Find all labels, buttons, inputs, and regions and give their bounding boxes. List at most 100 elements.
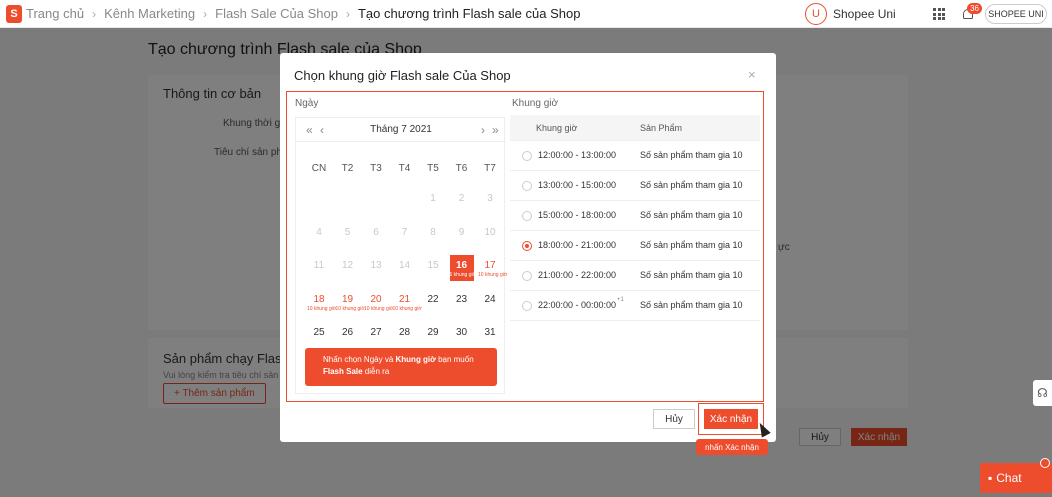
day-slot-count: 6 khung giờ — [449, 272, 476, 278]
time-slot-row[interactable]: 12:00:00 - 13:00:00 Số sản phẩm tham gia … — [510, 141, 760, 171]
calendar-month-label: Tháng 7 2021 — [370, 124, 432, 135]
calendar-day-30: 30 — [450, 322, 474, 348]
radio-icon[interactable] — [522, 211, 532, 221]
calendar-day-16[interactable]: 16 6 khung giờ — [449, 255, 476, 281]
next-day-marker: +1 — [617, 297, 624, 303]
day-number: 19 — [341, 293, 354, 305]
headset-support-icon[interactable]: ☊ — [1033, 380, 1052, 406]
weekday-label: T2 — [341, 163, 354, 174]
shopee-uni-icon: U — [805, 3, 827, 25]
breadcrumb-marketing[interactable]: Kênh Marketing — [104, 6, 195, 21]
day-number: 26 — [341, 327, 354, 338]
day-number: 17 — [484, 260, 496, 271]
breadcrumb-separator-icon: › — [345, 6, 350, 21]
breadcrumb: Trang chủ › Kênh Marketing › Flash Sale … — [26, 6, 580, 21]
time-slot-table: Khung giờ Sản Phẩm 12:00:00 - 13:00:00 Số… — [510, 115, 760, 394]
day-number: 22 — [427, 293, 439, 305]
tip-bold-slot: Khung giờ — [395, 355, 436, 364]
tip-text: bạn muốn — [435, 355, 474, 364]
calendar-day-empty — [307, 188, 331, 214]
calendar-day-22: 22 — [421, 289, 445, 315]
modal-confirm-button[interactable]: Xác nhận — [704, 409, 758, 429]
day-section-label: Ngày — [295, 98, 319, 109]
slot-product-count: Số sản phẩm tham gia 10 — [640, 270, 743, 280]
apps-grid-icon[interactable] — [933, 8, 945, 20]
day-number: 30 — [455, 327, 468, 338]
time-slot-row[interactable]: 18:00:00 - 21:00:00 Số sản phẩm tham gia … — [510, 231, 760, 261]
radio-selected-icon[interactable] — [522, 241, 532, 251]
slot-time: 15:00:00 - 18:00:00 — [538, 210, 617, 220]
day-number: 28 — [398, 327, 411, 338]
day-slot-count: 10 khung giờ — [392, 305, 422, 312]
close-icon[interactable]: × — [748, 67, 756, 82]
flash-sale-time-modal: Chọn khung giờ Flash sale Của Shop × Ngà… — [280, 53, 776, 442]
day-slot-count: 10 khung giờ — [335, 305, 365, 312]
day-number: 21 — [398, 293, 411, 305]
day-number: 14 — [398, 260, 411, 271]
account-button[interactable]: SHOPEE UNI — [985, 4, 1047, 24]
day-number: 6 — [373, 226, 379, 238]
calendar-day-29: 29 — [421, 322, 445, 348]
col-time-header: Khung giờ — [536, 123, 578, 133]
next-month-icon[interactable]: › — [481, 123, 485, 137]
calendar-day-23: 23 — [450, 289, 474, 315]
day-number: 15 — [427, 260, 439, 271]
slot-time: 21:00:00 - 22:00:00 — [538, 270, 617, 280]
day-number: 10 — [484, 226, 496, 238]
calendar-day-21[interactable]: 21 10 khung giờ — [392, 289, 422, 315]
calendar-day-7: 7 — [393, 222, 417, 248]
calendar-day-20[interactable]: 20 10 khung giờ — [364, 289, 393, 315]
day-number: 24 — [484, 293, 496, 305]
day-number: 11 — [313, 260, 325, 271]
day-number: 13 — [370, 260, 382, 271]
calendar-day-13: 13 — [364, 255, 388, 281]
calendar-day-6: 6 — [364, 222, 388, 248]
time-slot-row[interactable]: 22:00:00 - 00:00:00 +1 Số sản phẩm tham gi… — [510, 291, 760, 321]
day-number: 9 — [458, 226, 465, 238]
calendar-day-4: 4 — [307, 222, 331, 248]
slot-product-count: Số sản phẩm tham gia 10 — [640, 210, 743, 220]
calendar-day-24: 24 — [478, 289, 502, 315]
calendar-day-9: 9 — [450, 222, 474, 248]
slot-time: 13:00:00 - 15:00:00 — [538, 180, 617, 190]
tip-bold-flash-sale: Flash Sale — [323, 367, 363, 376]
chat-button[interactable]: ▪ Chat — [980, 458, 1052, 493]
day-number: 2 — [458, 193, 465, 204]
calendar-day-11: 11 — [307, 255, 331, 281]
weekday-label: T6 — [455, 163, 468, 174]
calendar-day-17[interactable]: 17 10 khung giờ — [478, 255, 508, 281]
slot-product-count: Số sản phẩm tham gia 10 — [640, 240, 743, 250]
calendar-day-28: 28 — [393, 322, 417, 348]
slot-product-count: Số sản phẩm tham gia 10 — [640, 300, 743, 310]
calendar-day-19[interactable]: 19 10 khung giờ — [335, 289, 365, 315]
time-slot-row[interactable]: 13:00:00 - 15:00:00 Số sản phẩm tham gia … — [510, 171, 760, 201]
tip-text: Nhấn chọn Ngày và — [323, 355, 396, 364]
shopee-logo-icon[interactable]: S — [6, 4, 22, 23]
calendar-day-18[interactable]: 18 10 khung giờ — [307, 289, 336, 315]
radio-icon[interactable] — [522, 181, 532, 191]
calendar-day-12: 12 — [336, 255, 360, 281]
notification-bell-icon[interactable]: 36 — [961, 3, 982, 22]
slot-time: 18:00:00 - 21:00:00 — [538, 240, 617, 250]
day-slot-count: 10 khung giờ — [478, 272, 508, 278]
breadcrumb-separator-icon: › — [92, 6, 97, 21]
calendar-day-empty — [336, 188, 360, 214]
notification-count-badge: 36 — [967, 3, 982, 14]
shopee-uni-link[interactable]: U Shopee Uni — [805, 3, 896, 25]
radio-icon[interactable] — [522, 271, 532, 281]
calendar-day-14: 14 — [393, 255, 417, 281]
time-slot-row[interactable]: 15:00:00 - 18:00:00 Số sản phẩm tham gia … — [510, 201, 760, 231]
breadcrumb-home[interactable]: Trang chủ — [26, 6, 84, 21]
day-number: 7 — [401, 226, 408, 238]
radio-icon[interactable] — [522, 301, 532, 311]
calendar-day-10: 10 — [478, 222, 502, 248]
day-number: 27 — [370, 327, 382, 338]
radio-icon[interactable] — [522, 151, 532, 161]
time-slot-row[interactable]: 21:00:00 - 22:00:00 Số sản phẩm tham gia … — [510, 261, 760, 291]
slot-table-header: Khung giờ Sản Phẩm — [510, 115, 760, 141]
next-year-icon[interactable]: » — [492, 123, 499, 137]
day-number: 4 — [316, 226, 322, 238]
day-number: 8 — [430, 226, 436, 238]
modal-cancel-button[interactable]: Hủy — [653, 409, 695, 429]
breadcrumb-flash-sale[interactable]: Flash Sale Của Shop — [215, 6, 338, 21]
